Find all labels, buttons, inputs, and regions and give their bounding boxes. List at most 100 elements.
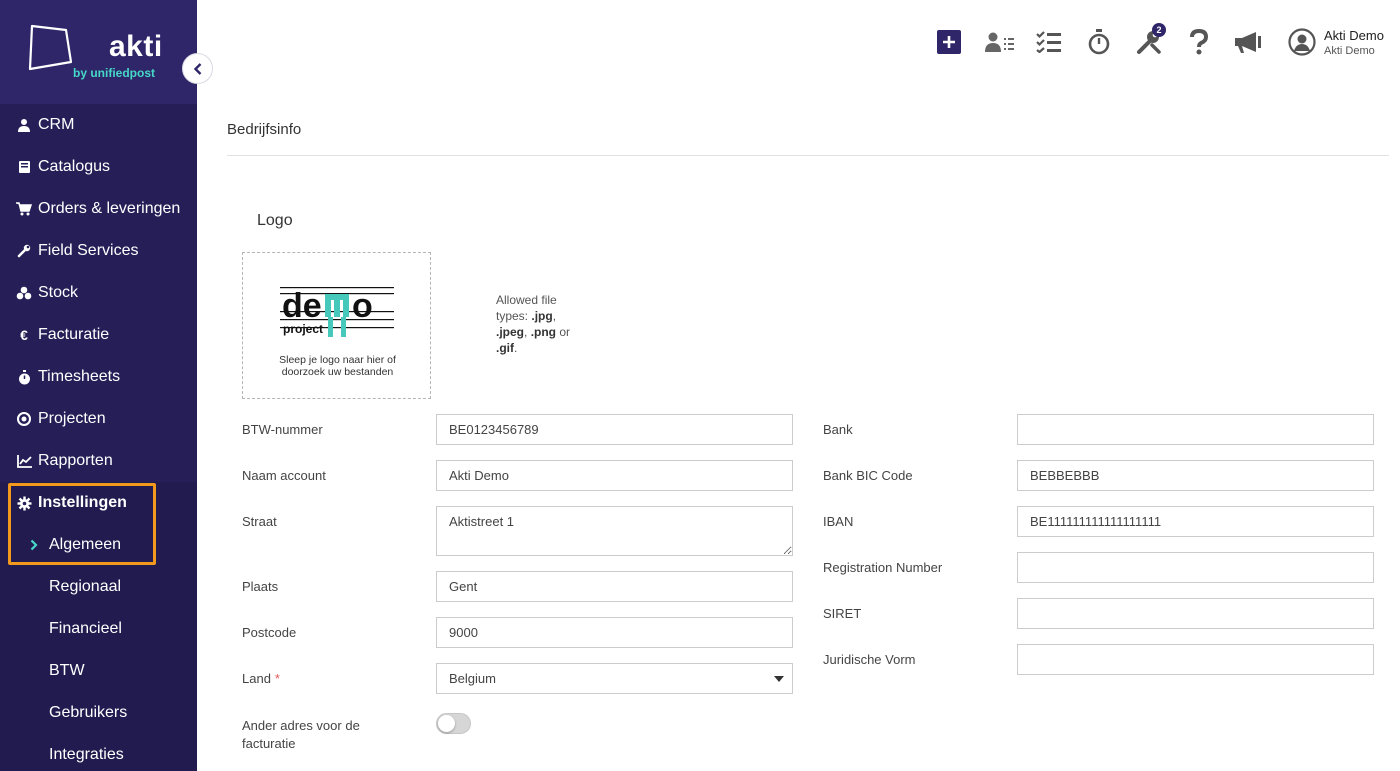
straat-label: Straat — [242, 514, 277, 529]
sidebar-item-label: CRM — [38, 116, 75, 133]
plaats-input[interactable] — [436, 571, 793, 602]
sidebar-nav: CRM Catalogus Orders & leveringen Field … — [0, 104, 197, 771]
chevron-right-icon — [29, 537, 39, 553]
sidebar-item-stock[interactable]: Stock — [0, 272, 197, 314]
allowed-file-types: Allowed file types: .jpg, .jpeg, .png or… — [496, 293, 571, 355]
user-menu[interactable]: Akti Demo Akti Demo — [1288, 28, 1400, 57]
caret-down-icon — [774, 676, 784, 682]
allowed-gif: .gif — [496, 341, 514, 355]
plaats-label: Plaats — [242, 579, 279, 594]
checklist-icon — [1036, 31, 1061, 53]
timer-button[interactable] — [1074, 22, 1124, 62]
ander-adres-label: Ander adres voor de facturatie — [242, 717, 360, 753]
sidebar-item-timesheets[interactable]: Timesheets — [0, 356, 197, 398]
contacts-button[interactable] — [974, 22, 1024, 62]
svg-text:de: de — [282, 287, 322, 325]
logo-heading: Logo — [257, 212, 293, 229]
brand-name: akti — [109, 30, 163, 63]
toggle-knob — [438, 715, 455, 732]
sidebar-item-field-services[interactable]: Field Services — [0, 230, 197, 272]
iban-input[interactable] — [1017, 506, 1374, 537]
target-icon — [16, 411, 32, 427]
allowed-jpeg: .jpeg — [496, 325, 525, 339]
sidebar-item-projecten[interactable]: Projecten — [0, 398, 197, 440]
siret-input[interactable] — [1017, 598, 1374, 629]
top-icon-group: 2 Akti Demo Akti Demo — [924, 22, 1400, 62]
dropzone-instructions: Sleep je logo naar hier of doorzoek uw b… — [243, 354, 432, 378]
naam-input[interactable] — [436, 460, 793, 491]
plus-icon — [937, 30, 961, 54]
juridische-vorm-label: Juridische Vorm — [823, 652, 916, 667]
allowed-jpg: .jpg — [531, 309, 553, 323]
chevron-left-icon — [193, 62, 201, 75]
sidebar-item-label: Gebruikers — [49, 704, 128, 721]
juridische-vorm-input[interactable] — [1017, 644, 1374, 675]
stopwatch-icon — [16, 369, 32, 385]
sidebar-item-facturatie[interactable]: € Facturatie — [0, 314, 197, 356]
sidebar-item-algemeen[interactable]: Algemeen — [0, 524, 197, 566]
sidebar-item-integraties[interactable]: Integraties — [0, 734, 197, 771]
land-label: Land * — [242, 671, 280, 686]
page-title: Bedrijfsinfo — [227, 121, 302, 138]
sidebar-item-label: Financieel — [49, 620, 122, 637]
sidebar-item-btw[interactable]: BTW — [0, 650, 197, 692]
chart-line-icon — [16, 453, 32, 469]
cart-icon — [16, 201, 32, 217]
tools-badge: 2 — [1152, 23, 1166, 37]
bic-input[interactable] — [1017, 460, 1374, 491]
postcode-input[interactable] — [436, 617, 793, 648]
wrench-icon — [16, 243, 32, 259]
brand-tagline: by unifiedpost — [73, 66, 155, 80]
sidebar-item-label: Integraties — [49, 746, 124, 763]
sidebar-item-label: Field Services — [38, 242, 139, 259]
help-button[interactable] — [1174, 22, 1224, 62]
tools-button[interactable]: 2 — [1124, 22, 1174, 62]
dropzone-line-2: doorzoek uw bestanden — [281, 366, 394, 378]
sidebar-item-label: Regionaal — [49, 578, 122, 595]
person-icon — [16, 117, 32, 133]
ander-adres-label-line-2: facturatie — [242, 736, 296, 751]
dropzone-line-1: Sleep je logo naar hier of — [279, 354, 396, 366]
sidebar-item-orders[interactable]: Orders & leveringen — [0, 188, 197, 230]
sidebar-item-label: Timesheets — [38, 368, 121, 385]
bank-label: Bank — [823, 422, 853, 437]
brand-header: akti by unifiedpost — [0, 0, 197, 104]
sidebar-item-catalogus[interactable]: Catalogus — [0, 146, 197, 188]
book-icon — [16, 159, 32, 175]
svg-text:o: o — [352, 287, 373, 325]
sidebar-item-rapporten[interactable]: Rapporten — [0, 440, 197, 482]
sidebar-item-financieel[interactable]: Financieel — [0, 608, 197, 650]
sidebar-item-crm[interactable]: CRM — [0, 104, 197, 146]
registration-number-label: Registration Number — [823, 560, 943, 575]
required-marker: * — [274, 671, 280, 686]
registration-number-input[interactable] — [1017, 552, 1374, 583]
demo-project-logo: de o project — [280, 287, 394, 337]
sidebar-item-label: Orders & leveringen — [38, 200, 181, 217]
straat-textarea[interactable]: Aktistreet 1 — [436, 506, 793, 556]
iban-label: IBAN — [823, 514, 854, 529]
naam-label: Naam account — [242, 468, 326, 483]
add-button[interactable] — [924, 22, 974, 62]
sidebar-item-label: BTW — [49, 662, 85, 679]
top-bar: 2 Akti Demo Akti Demo — [197, 0, 1400, 86]
sidebar-item-regionaal[interactable]: Regionaal — [0, 566, 197, 608]
tasks-button[interactable] — [1024, 22, 1074, 62]
land-select[interactable]: Belgium — [436, 663, 793, 694]
announcements-button[interactable] — [1224, 22, 1274, 62]
sidebar-collapse-button[interactable] — [182, 53, 213, 84]
btw-input[interactable] — [436, 414, 793, 445]
bank-input[interactable] — [1017, 414, 1374, 445]
ander-adres-toggle[interactable] — [436, 713, 471, 734]
stopwatch-icon — [1088, 29, 1110, 55]
logo-dropzone[interactable]: de o project Sleep je logo naar hier of … — [242, 252, 431, 399]
land-label-text: Land — [242, 671, 271, 686]
gear-icon — [16, 495, 32, 511]
sidebar-item-gebruikers[interactable]: Gebruikers — [0, 692, 197, 734]
sidebar: akti by unifiedpost CRM Catalogus Orders… — [0, 0, 197, 771]
allowed-or: or — [559, 325, 571, 339]
sidebar-item-label: Catalogus — [38, 158, 111, 175]
allowed-png: .png — [530, 325, 557, 339]
help-icon — [1190, 29, 1209, 55]
sidebar-item-label: Instellingen — [38, 494, 127, 511]
sidebar-item-instellingen[interactable]: Instellingen — [0, 482, 197, 524]
